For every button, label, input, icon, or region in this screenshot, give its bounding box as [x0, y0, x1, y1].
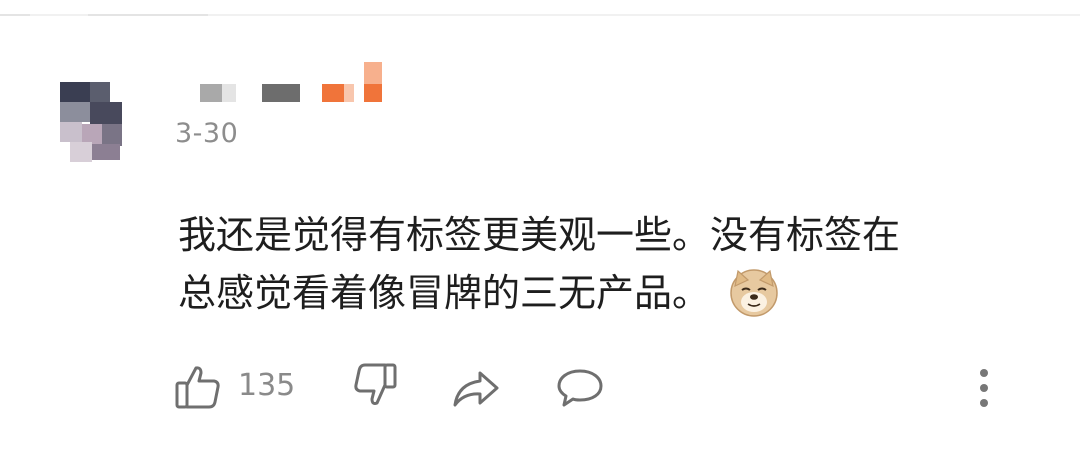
- like-count: 135: [238, 368, 296, 403]
- top-divider: [0, 14, 1080, 16]
- thumbs-up-icon[interactable]: [174, 364, 222, 410]
- share-arrow-icon[interactable]: [452, 370, 500, 408]
- comment-line: 总感觉看着像冒牌的三无产品。: [178, 264, 1048, 322]
- avatar[interactable]: [60, 82, 122, 162]
- comment-text: 我还是觉得有标签更美观一些。没有标签在 总感觉看着像冒牌的三无产品。: [178, 206, 1048, 322]
- comment-line: 我还是觉得有标签更美观一些。没有标签在: [178, 213, 901, 257]
- username-redacted[interactable]: [200, 62, 390, 104]
- comment-actions: 135: [0, 360, 1080, 416]
- speech-bubble-icon[interactable]: [556, 368, 604, 408]
- doge-face-icon: [728, 266, 780, 318]
- vertical-ellipsis-icon[interactable]: [975, 366, 993, 410]
- thumbs-down-icon[interactable]: [352, 362, 398, 408]
- comment-timestamp: 3-30: [175, 118, 239, 149]
